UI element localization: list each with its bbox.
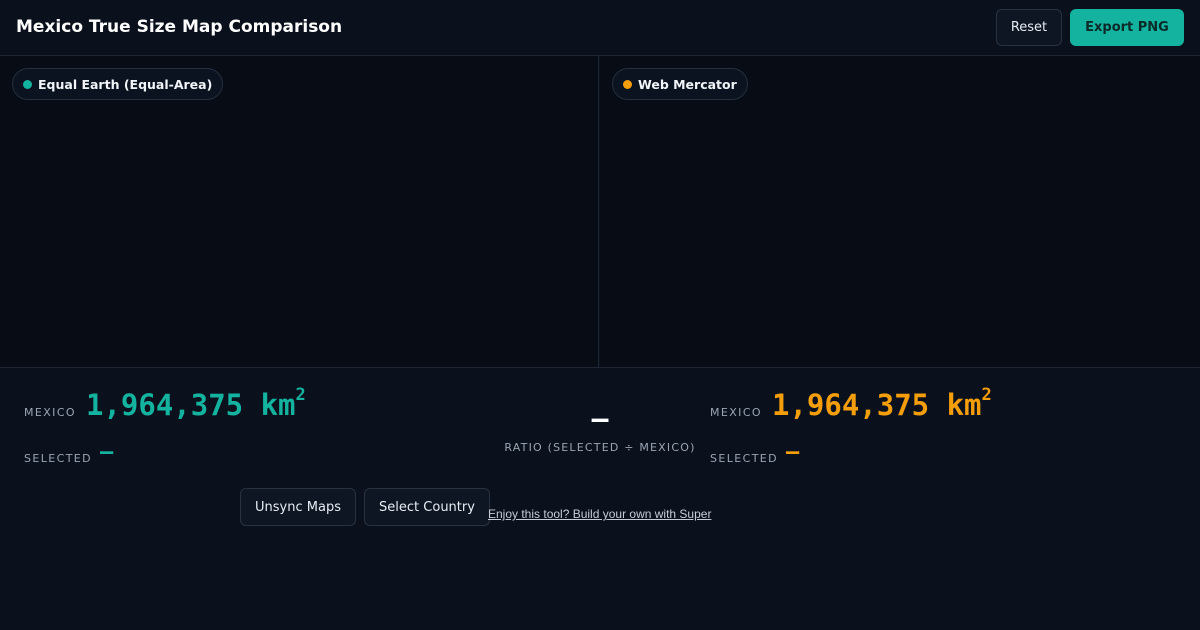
left-selected-value: — — [100, 440, 114, 465]
web-mercator-map[interactable]: Web Mercator — [600, 56, 1200, 367]
select-country-button[interactable]: Select Country — [364, 488, 490, 526]
web-mercator-label-chip: Web Mercator — [612, 68, 748, 100]
right-mexico-area: 1,964,375 km2 — [772, 385, 992, 422]
page-title: Mexico True Size Map Comparison — [16, 17, 343, 37]
left-mexico-area-value: 1,964,375 km — [86, 388, 296, 422]
equal-earth-label-chip: Equal Earth (Equal-Area) — [12, 68, 224, 100]
web-mercator-label: Web Mercator — [638, 76, 737, 92]
ratio-label: RATIO (SELECTED ÷ MEXICO) — [504, 441, 696, 454]
promo-link[interactable]: Enjoy this tool? Build your own with Sup… — [488, 507, 711, 521]
right-unit-superscript: 2 — [981, 385, 992, 406]
right-selected-value: — — [786, 440, 800, 465]
left-selected-label: SELECTED — [24, 452, 93, 465]
export-png-button[interactable]: Export PNG — [1070, 9, 1184, 46]
right-mexico-area-value: 1,964,375 km — [772, 388, 982, 422]
teal-dot-icon — [23, 79, 32, 89]
ratio-value: — — [591, 402, 609, 435]
equal-earth-map[interactable]: Equal Earth (Equal-Area) — [0, 56, 599, 367]
left-unit-superscript: 2 — [295, 385, 306, 406]
right-selected-label: SELECTED — [710, 452, 779, 465]
left-mexico-label: MEXICO — [24, 406, 76, 419]
right-mexico-label: MEXICO — [710, 406, 762, 419]
left-mexico-area: 1,964,375 km2 — [86, 385, 306, 422]
unsync-maps-button[interactable]: Unsync Maps — [240, 488, 356, 526]
reset-button[interactable]: Reset — [996, 9, 1062, 46]
map-panels: Equal Earth (Equal-Area) Web Mercator — [0, 56, 1200, 368]
orange-dot-icon — [623, 79, 632, 89]
app-header: Mexico True Size Map Comparison Reset Ex… — [0, 0, 1200, 56]
equal-earth-label: Equal Earth (Equal-Area) — [38, 76, 213, 92]
